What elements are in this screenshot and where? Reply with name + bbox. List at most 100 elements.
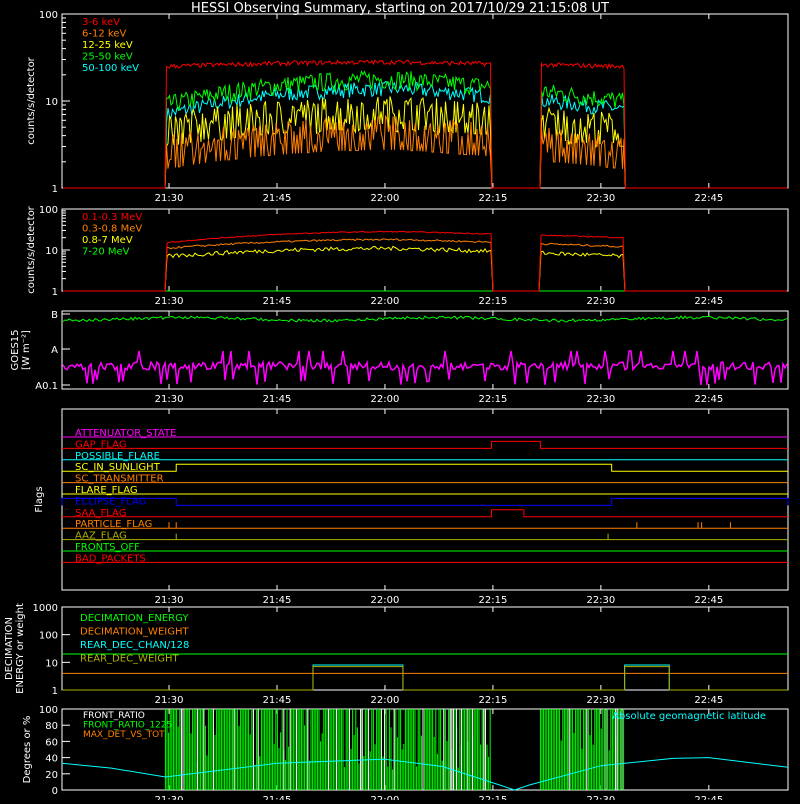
- legend-entry: DECIMATION_ENERGY: [80, 613, 189, 624]
- y-tick-label: B: [51, 310, 58, 321]
- goes-long-line: [62, 315, 788, 323]
- y-axis-label-2: ENERGY or weight: [15, 603, 26, 694]
- series-line-0-8-7-mev: [63, 245, 787, 292]
- legend-entry: 12-25 keV: [82, 40, 133, 51]
- flag-line-saa-flag: [62, 509, 788, 518]
- rear-dec-line: [62, 666, 788, 691]
- hessi-summary: HESSI Observing Summary, starting on 201…: [0, 0, 800, 804]
- flag-label: SAA_FLAG: [75, 508, 126, 519]
- x-tick-label: 21:30: [155, 695, 184, 706]
- x-tick-label: 22:00: [371, 394, 400, 405]
- y-tick-label: 40: [45, 754, 58, 765]
- y-tick-label: 100: [39, 631, 58, 642]
- legend-entry: 3-6 keV: [82, 17, 120, 28]
- flag-label: FRONTS_OFF: [75, 542, 140, 553]
- flag-label: AAZ_FLAG: [75, 531, 127, 542]
- x-tick-label: 21:30: [155, 193, 184, 204]
- x-tick-label: 22:15: [478, 795, 507, 800]
- panel-frame-0: [61, 13, 789, 189]
- y-tick-label: 10: [45, 246, 58, 257]
- y-tick-label: 20: [45, 770, 58, 781]
- legend-entry: REAR_DEC_WEIGHT: [80, 654, 179, 665]
- y-axis-label: GOES15: [10, 329, 21, 370]
- flag-label: PARTICLE_FLAG: [75, 519, 152, 530]
- legend-entry: 0.1-0.3 MeV: [82, 212, 142, 223]
- y-tick-label: 10: [45, 658, 58, 669]
- x-tick-label: 22:15: [478, 296, 507, 307]
- series-line-0-3-0-8-mev: [63, 238, 787, 292]
- y-tick-label: 1: [52, 686, 58, 697]
- flag-line-gap-flag: [62, 440, 788, 449]
- y-axis-label: DECIMATION: [4, 617, 15, 680]
- flag-label: ATTENUATOR_STATE: [75, 428, 176, 439]
- x-tick-label: 22:00: [371, 595, 400, 606]
- x-tick-label: 22:15: [478, 394, 507, 405]
- legend-entry: MAX_DET_VS_TOT: [83, 730, 165, 740]
- x-tick-label: 21:30: [155, 795, 184, 800]
- x-tick-label: 21:30: [155, 296, 184, 307]
- flag-label: POSSIBLE_FLARE: [75, 451, 160, 462]
- legend-entry: 7-20 MeV: [82, 247, 130, 258]
- x-tick-label: 21:45: [263, 296, 292, 307]
- x-tick-label: 22:45: [694, 595, 723, 606]
- y-tick-label: 1: [52, 184, 58, 195]
- x-tick-label: 21:45: [263, 695, 292, 706]
- x-tick-label: 21:45: [263, 193, 292, 204]
- x-tick-label: 22:15: [478, 695, 507, 706]
- flag-line-eclipse-flag: [61, 497, 789, 506]
- y-axis-label: Degrees or %: [22, 716, 33, 784]
- flag-label: GAP_FLAG: [75, 439, 127, 450]
- y-tick-label: 80: [45, 721, 58, 732]
- x-tick-label: 22:00: [371, 296, 400, 307]
- y-axis-label: Flags: [34, 486, 45, 512]
- page-title: HESSI Observing Summary, starting on 201…: [191, 1, 609, 16]
- legend-entry: REAR_DEC_CHAN/128: [80, 640, 189, 651]
- x-tick-label: 22:45: [694, 394, 723, 405]
- flag-label: SC_IN_SUNLIGHT: [75, 462, 161, 473]
- x-tick-label: 22:30: [586, 695, 615, 706]
- legend-entry: FRONT_RATIO_1225: [83, 721, 172, 731]
- x-tick-label: 22:15: [478, 595, 507, 606]
- x-tick-label: 22:30: [586, 595, 615, 606]
- x-tick-label: 22:30: [586, 795, 615, 800]
- chart-canvas: 21:30 21:45 22:00 22:15 22:30 22:45110100coun…: [4, 10, 789, 804]
- annotation-label: Absolute geomagnetic latitude: [612, 711, 766, 722]
- x-tick-label: 22:45: [694, 193, 723, 204]
- y-tick-label: 100: [39, 705, 58, 716]
- legend-entry: DECIMATION_WEIGHT: [80, 627, 189, 638]
- y-tick-label: A: [51, 345, 58, 356]
- legend-entry: 0.8-7 MeV: [82, 235, 133, 246]
- x-tick-label: 21:45: [263, 795, 292, 800]
- rear-dec-line: [62, 664, 788, 691]
- legend-entry: 50-100 keV: [82, 63, 139, 74]
- x-tick-label: 22:45: [694, 296, 723, 307]
- y-axis-label: counts/s/detector: [26, 205, 37, 293]
- x-tick-label: 22:00: [371, 695, 400, 706]
- flag-label: BAD_PACKETS: [75, 553, 146, 564]
- y-tick-label: 1: [52, 287, 58, 298]
- goes-short-line: [62, 350, 788, 386]
- y-axis-unit: [W m⁻²]: [21, 330, 32, 370]
- legend-entry: 25-50 keV: [82, 52, 133, 63]
- flag-label: ECLIPSE_FLAG: [75, 496, 146, 507]
- x-tick-label: 22:00: [371, 795, 400, 800]
- legend-entry: FRONT_RATIO: [83, 711, 145, 721]
- x-tick-label: 22:30: [586, 296, 615, 307]
- y-tick-label: 1000: [33, 603, 58, 614]
- x-tick-label: 22:30: [586, 394, 615, 405]
- legend-entry: 0.3-0.8 MeV: [82, 224, 142, 235]
- y-tick-label: 10: [45, 97, 58, 108]
- series-line-0-1-0-3-mev: [63, 230, 787, 292]
- y-tick-label: A0.1: [35, 381, 58, 392]
- y-tick-label: 100: [39, 205, 58, 216]
- legend-entry: 6-12 keV: [82, 29, 126, 40]
- panel-frame-2: [61, 310, 789, 390]
- y-tick-label: 60: [45, 737, 58, 748]
- x-tick-label: 22:45: [694, 795, 723, 800]
- x-tick-label: 22:30: [586, 193, 615, 204]
- y-axis-label: counts/s/detector: [26, 56, 37, 144]
- x-tick-label: 21:30: [155, 595, 184, 606]
- flag-label: FLARE_FLAG: [75, 485, 138, 496]
- x-tick-label: 21:45: [263, 394, 292, 405]
- flag-line-sc-in-sunlight: [62, 463, 788, 472]
